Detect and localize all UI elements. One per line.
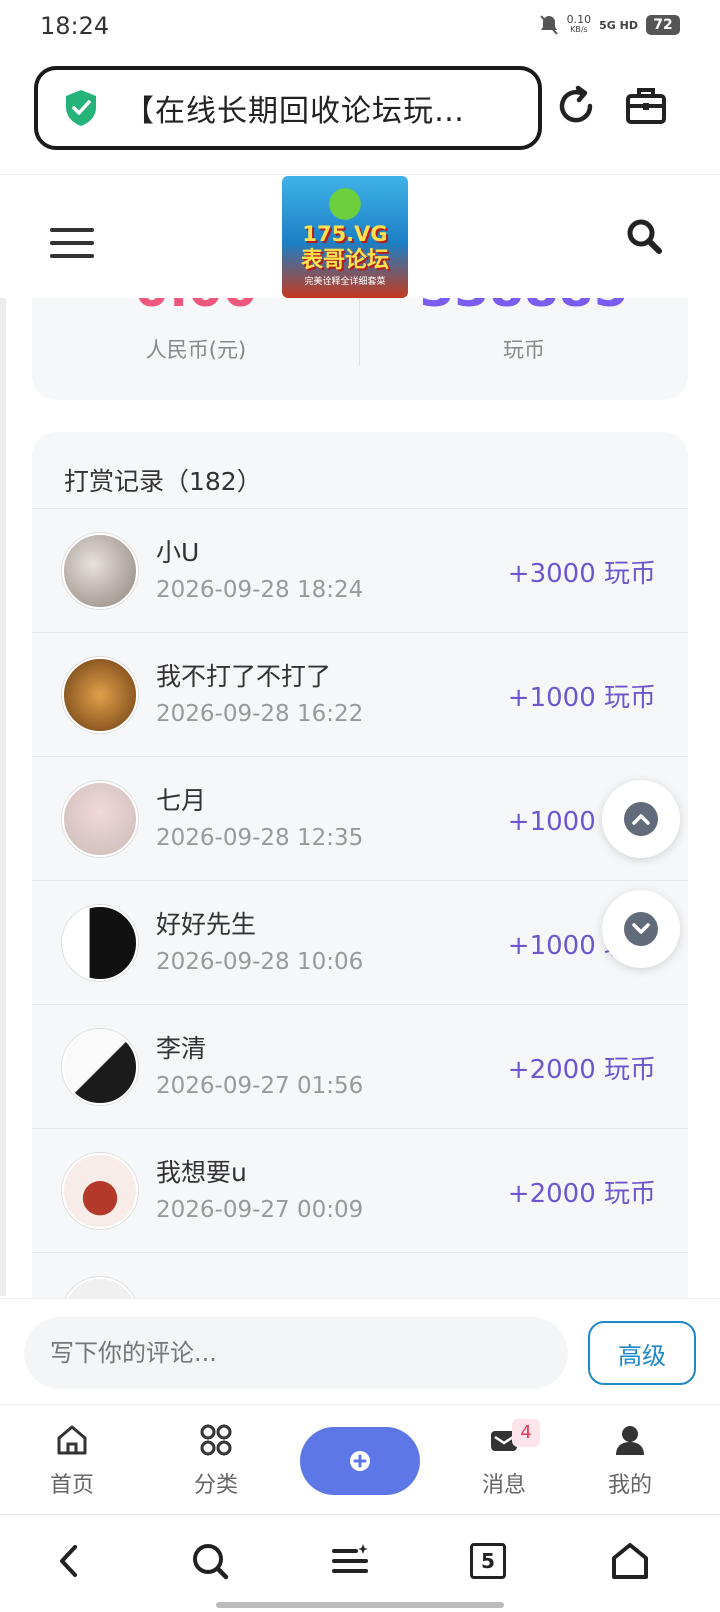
site-logo[interactable]: 175.VG 表哥论坛 完美诠释全详细套菜 [282,176,408,298]
reward-date: 2026-09-27 01:56 [156,1073,364,1099]
coin-stat: 338885 玩币 [360,298,688,400]
refresh-icon[interactable] [552,82,600,130]
user-icon [616,1426,644,1455]
logo-text: 175.VG 表哥论坛 [300,222,389,273]
nav-home[interactable]: 首页 [22,1423,122,1499]
avatar[interactable] [62,1029,138,1105]
avatar[interactable] [62,1277,138,1298]
page-edge [0,176,6,1296]
reward-row[interactable]: 我不打了不打了 2026-09-28 16:22 +1000 玩币 [32,632,688,756]
avatar[interactable] [62,533,138,609]
status-time: 18:24 [40,12,110,40]
nav-home-label: 首页 [49,1473,94,1498]
home-icon [57,1425,87,1455]
logo-subtitle: 完美诠释全详细套菜 [304,277,386,287]
bottom-nav: 首页 分类 4 消息 我的 [0,1404,720,1514]
rmb-label: 人民币(元) [145,338,247,362]
comment-bar: 高级 [0,1298,720,1404]
coin-value: 338885 [360,298,688,318]
chevron-down-icon [624,912,658,946]
reward-row[interactable]: 小U 2026-09-28 18:24 +3000 玩币 [32,508,688,632]
grid-icon [200,1424,232,1456]
site-header: 175.VG 表哥论坛 完美诠释全详细套菜 [0,176,720,298]
reward-amount: +2000 玩币 [507,1179,656,1209]
reward-title: 打赏记录（182） [64,467,262,496]
user-name[interactable]: 我想要u [156,1153,247,1189]
avatar[interactable] [62,781,138,857]
mute-icon [539,15,558,35]
plus-circle-icon [350,1451,370,1471]
reward-row[interactable]: 好好先生 2026-09-28 10:06 +1000 玩币 [32,880,688,1004]
nav-category-label: 分类 [193,1473,238,1498]
browser-toolbar: 5 [0,1514,720,1612]
reward-amount: +1000 玩币 [507,683,656,713]
advanced-button[interactable]: 高级 [588,1321,696,1385]
user-name[interactable]: 我不打了不打了 [156,657,331,693]
menu-sparkle-icon[interactable] [330,1541,370,1581]
coin-label: 玩币 [503,338,545,362]
nav-mine-label: 我的 [607,1473,652,1498]
avatar[interactable] [62,657,138,733]
dragon-graphic [320,180,370,220]
reward-row[interactable]: 我想要u 2026-09-27 00:09 +2000 玩币 [32,1128,688,1252]
network-label: 5G HD [599,18,638,32]
divider [0,174,720,175]
back-icon[interactable] [50,1541,90,1581]
address-bar[interactable]: 【在线长期回收论坛玩… [34,66,542,150]
rmb-value: 0.00 [32,298,360,318]
user-name[interactable]: 七月 [156,781,206,817]
shield-check-icon [66,90,96,126]
nav-category[interactable]: 分类 [166,1423,266,1499]
avatar[interactable] [62,1153,138,1229]
new-post-button[interactable] [300,1427,420,1495]
reward-date: 2026-09-28 18:24 [156,577,364,603]
scroll-up-button[interactable] [602,780,680,858]
reward-date: 2026-09-28 12:35 [156,825,364,851]
page-title-text: 【在线长期回收论坛玩… [124,94,465,129]
status-bar: 18:24 0.10 KB/s 5G HD 72 [0,0,720,56]
toolbox-icon[interactable] [622,82,670,130]
net-speed: 0.10 KB/s [566,13,592,34]
nav-messages-label: 消息 [481,1473,526,1498]
user-name[interactable]: 小U [156,533,199,569]
status-icons: 0.10 KB/s 5G HD 72 [539,14,680,36]
home-indicator[interactable] [216,1602,504,1608]
message-badge: 4 [512,1419,540,1447]
home-icon[interactable] [610,1541,650,1581]
comment-input[interactable] [24,1317,568,1389]
reward-row[interactable]: 李清 2026-09-27 01:56 +2000 玩币 [32,1004,688,1128]
avatar[interactable] [62,905,138,981]
reward-amount: +3000 玩币 [507,559,656,589]
reward-amount: +2000 玩币 [507,1055,656,1085]
rmb-stat: 0.00 人民币(元) [32,298,360,400]
search-icon[interactable] [190,1541,230,1581]
reward-records: 打赏记录（182） 小U 2026-09-28 18:24 +3000 玩币 我… [32,432,688,1298]
tabs-count-icon[interactable]: 5 [470,1543,506,1579]
nav-messages[interactable]: 4 消息 [454,1419,554,1499]
reward-date: 2026-09-28 10:06 [156,949,364,975]
scroll-down-button[interactable] [602,890,680,968]
chevron-up-icon [624,802,658,836]
nav-mine[interactable]: 我的 [580,1423,680,1499]
balance-card: 0.00 人民币(元) 338885 玩币 [32,298,688,400]
user-name[interactable]: 好好先生 [156,905,256,941]
search-icon[interactable] [624,216,664,256]
reward-row[interactable] [32,1252,688,1298]
reward-date: 2026-09-28 16:22 [156,701,364,727]
user-name[interactable]: 李清 [156,1029,206,1065]
reward-row[interactable]: 七月 2026-09-28 12:35 +1000 玩币 [32,756,688,880]
menu-icon[interactable] [50,228,94,258]
battery-icon: 72 [646,15,680,35]
reward-date: 2026-09-27 00:09 [156,1197,364,1223]
